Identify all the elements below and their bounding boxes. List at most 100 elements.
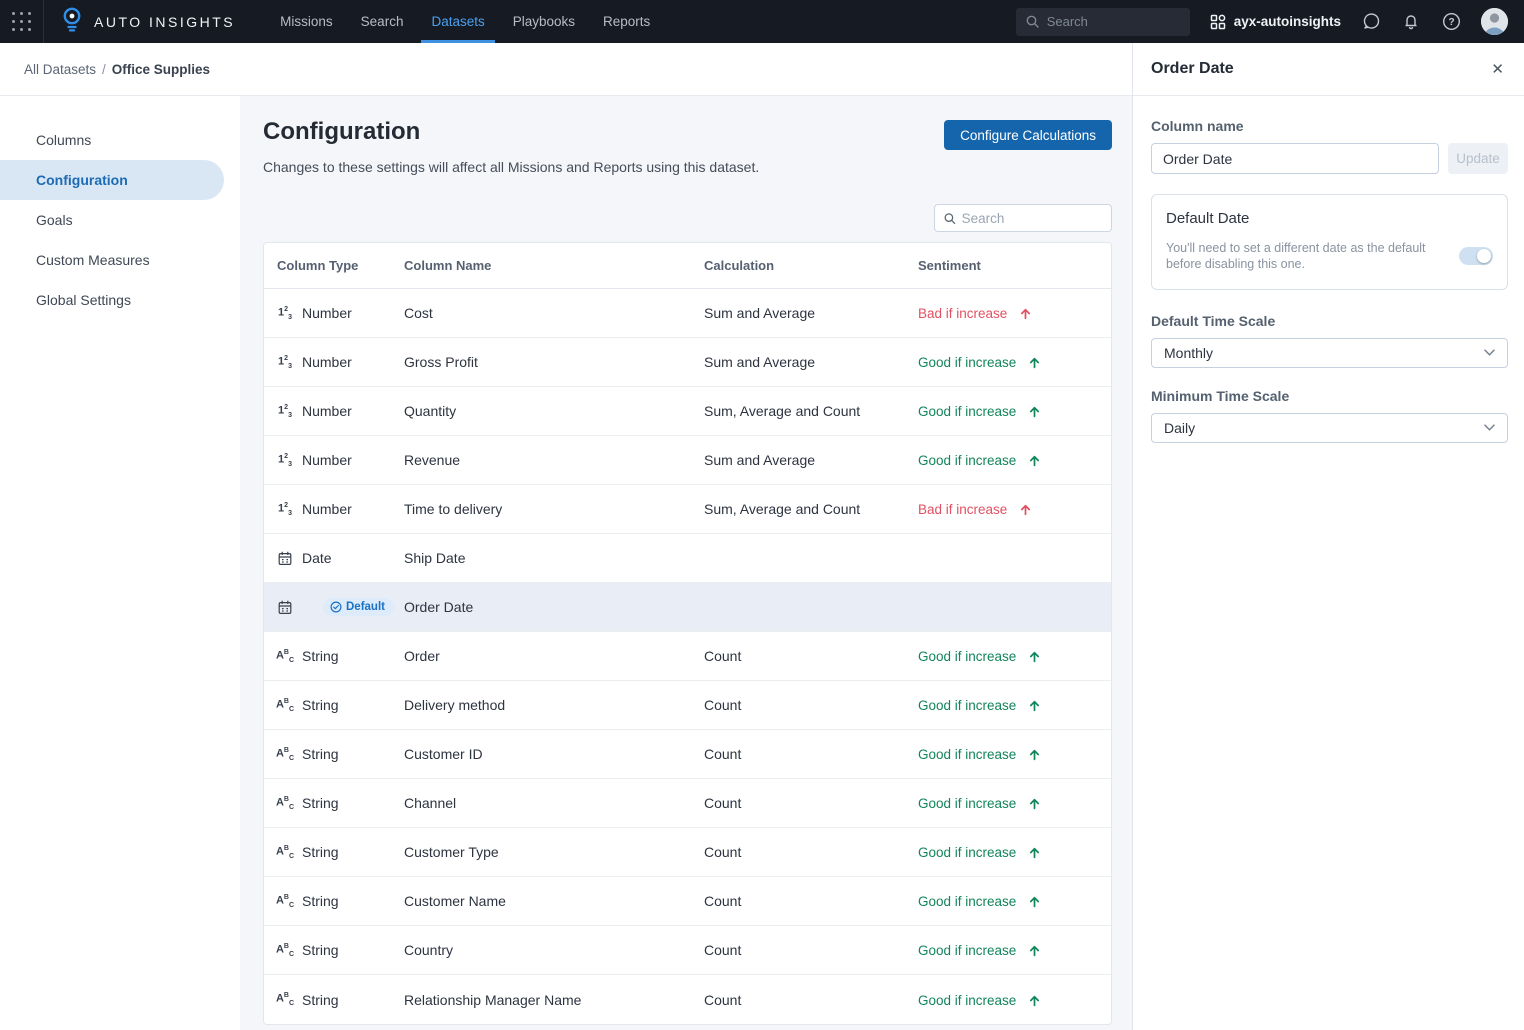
- sidebar-item-custom-measures[interactable]: Custom Measures: [0, 240, 224, 280]
- page-subtitle: Changes to these settings will affect al…: [263, 159, 759, 175]
- check-circle-icon: [330, 601, 342, 613]
- avatar[interactable]: [1481, 8, 1508, 35]
- arrow-up-icon: [1028, 895, 1041, 908]
- cell-column-type: 123 ABC Number: [264, 305, 404, 321]
- sentiment: Good if increase: [918, 993, 1041, 1008]
- table-row[interactable]: 123 ABC String Relationship Manager Name…: [264, 975, 1111, 1024]
- table-search-input[interactable]: [962, 211, 1102, 226]
- cell-calculation: Count: [704, 844, 918, 860]
- columns-table: Column Type Column Name Calculation Sent…: [263, 242, 1112, 1025]
- table-row[interactable]: 123 ABC Default Order Date: [264, 583, 1111, 632]
- notifications-button[interactable]: [1401, 12, 1421, 32]
- column-type-label: String: [302, 648, 339, 664]
- default-date-toggle[interactable]: [1459, 247, 1493, 265]
- nav-item-playbooks[interactable]: Playbooks: [499, 0, 589, 43]
- column-type-label: String: [302, 893, 339, 909]
- cell-column-type: 123 ABC String: [264, 697, 404, 713]
- table-row[interactable]: 123 ABC Number Gross Profit Sum and Aver…: [264, 338, 1111, 387]
- table-row[interactable]: 123 ABC String Customer Type Count Good …: [264, 828, 1111, 877]
- table-row[interactable]: 123 ABC String Delivery method Count Goo…: [264, 681, 1111, 730]
- minimum-time-scale-select[interactable]: Daily: [1151, 413, 1508, 443]
- header-calculation: Calculation: [704, 258, 918, 273]
- cell-column-name: Time to delivery: [404, 501, 704, 517]
- table-row[interactable]: 123 ABC String Channel Count Good if inc…: [264, 779, 1111, 828]
- string-type-icon: ABC: [277, 943, 293, 958]
- header-sentiment: Sentiment: [918, 258, 1111, 273]
- arrow-up-icon: [1019, 503, 1032, 516]
- table-row[interactable]: 123 ABC Number Quantity Sum, Average and…: [264, 387, 1111, 436]
- minimum-time-scale-label: Minimum Time Scale: [1151, 388, 1508, 404]
- table-row[interactable]: 123 ABC String Customer ID Count Good if…: [264, 730, 1111, 779]
- sentiment: Good if increase: [918, 845, 1041, 860]
- cell-column-type: 123 ABC Number: [264, 501, 404, 517]
- cell-calculation: Count: [704, 697, 918, 713]
- sentiment: Good if increase: [918, 649, 1041, 664]
- sidebar-item-columns[interactable]: Columns: [0, 120, 224, 160]
- string-type-icon: ABC: [277, 796, 293, 811]
- cell-column-name: Relationship Manager Name: [404, 992, 704, 1008]
- arrow-up-icon: [1028, 405, 1041, 418]
- table-search[interactable]: [934, 204, 1112, 232]
- cell-column-name: Customer Type: [404, 844, 704, 860]
- table-row[interactable]: 123 ABC String Country Count Good if inc…: [264, 926, 1111, 975]
- table-row[interactable]: 123 ABC String Order Count Good if incre…: [264, 632, 1111, 681]
- chat-button[interactable]: [1361, 12, 1381, 32]
- bell-icon: [1402, 12, 1420, 31]
- calendar-icon: [277, 600, 293, 615]
- cell-column-name: Cost: [404, 305, 704, 321]
- table-row[interactable]: 123 ABC String Customer Name Count Good …: [264, 877, 1111, 926]
- cell-column-name: Channel: [404, 795, 704, 811]
- org-menu[interactable]: ayx-autoinsights: [1210, 14, 1341, 30]
- close-icon[interactable]: ✕: [1491, 62, 1504, 77]
- sentiment: Bad if increase: [918, 502, 1032, 517]
- help-button[interactable]: ?: [1441, 12, 1461, 32]
- org-grid-icon: [1210, 14, 1226, 30]
- cell-column-type: 123 ABC Number: [264, 354, 404, 370]
- arrow-up-icon: [1019, 307, 1032, 320]
- header-column-name: Column Name: [404, 258, 704, 273]
- column-type-label: Date: [302, 550, 332, 566]
- number-type-icon: 123: [277, 453, 293, 468]
- sentiment: Good if increase: [918, 796, 1041, 811]
- update-button[interactable]: Update: [1448, 143, 1508, 174]
- nav-item-reports[interactable]: Reports: [589, 0, 664, 43]
- topbar-search[interactable]: [1016, 8, 1190, 36]
- cell-sentiment: Bad if increase: [918, 305, 1111, 321]
- arrow-up-icon: [1028, 454, 1041, 467]
- breadcrumb-separator: /: [102, 62, 106, 77]
- table-row[interactable]: 123 ABC Number Time to delivery Sum, Ave…: [264, 485, 1111, 534]
- brand-link[interactable]: AUTO INSIGHTS: [60, 6, 235, 37]
- column-type-label: String: [302, 844, 339, 860]
- nav-item-search[interactable]: Search: [347, 0, 418, 43]
- lightbulb-logo: [60, 6, 84, 37]
- app-launcher-button[interactable]: [0, 0, 44, 43]
- default-date-card: Default Date You'll need to set a differ…: [1151, 194, 1508, 290]
- breadcrumb-all-datasets[interactable]: All Datasets: [24, 62, 96, 77]
- column-type-label: Number: [302, 452, 352, 468]
- sentiment-label: Bad if increase: [918, 306, 1007, 321]
- sentiment-label: Good if increase: [918, 355, 1016, 370]
- cell-sentiment: Good if increase: [918, 697, 1111, 713]
- cell-column-type: 123 ABC Number: [264, 452, 404, 468]
- column-name-input[interactable]: [1151, 143, 1439, 174]
- nav-item-datasets[interactable]: Datasets: [417, 0, 498, 43]
- table-row[interactable]: 123 ABC Date Ship Date: [264, 534, 1111, 583]
- configure-calculations-button[interactable]: Configure Calculations: [944, 120, 1112, 150]
- primary-nav: MissionsSearchDatasetsPlaybooksReports: [266, 0, 664, 43]
- default-time-scale-select[interactable]: Monthly: [1151, 338, 1508, 368]
- table-row[interactable]: 123 ABC Number Revenue Sum and Average G…: [264, 436, 1111, 485]
- column-type-label: String: [302, 746, 339, 762]
- sidebar-item-configuration[interactable]: Configuration: [0, 160, 224, 200]
- cell-sentiment: Good if increase: [918, 795, 1111, 811]
- string-type-icon: ABC: [277, 894, 293, 909]
- cell-sentiment: Good if increase: [918, 942, 1111, 958]
- arrow-up-icon: [1028, 846, 1041, 859]
- table-row[interactable]: 123 ABC Number Cost Sum and Average Bad …: [264, 289, 1111, 338]
- search-icon: [944, 212, 956, 225]
- topbar-search-input[interactable]: [1047, 14, 1180, 29]
- nav-item-missions[interactable]: Missions: [266, 0, 347, 43]
- sidebar-item-global-settings[interactable]: Global Settings: [0, 280, 224, 320]
- breadcrumb-current: Office Supplies: [112, 62, 210, 77]
- column-type-label: String: [302, 795, 339, 811]
- sidebar-item-goals[interactable]: Goals: [0, 200, 224, 240]
